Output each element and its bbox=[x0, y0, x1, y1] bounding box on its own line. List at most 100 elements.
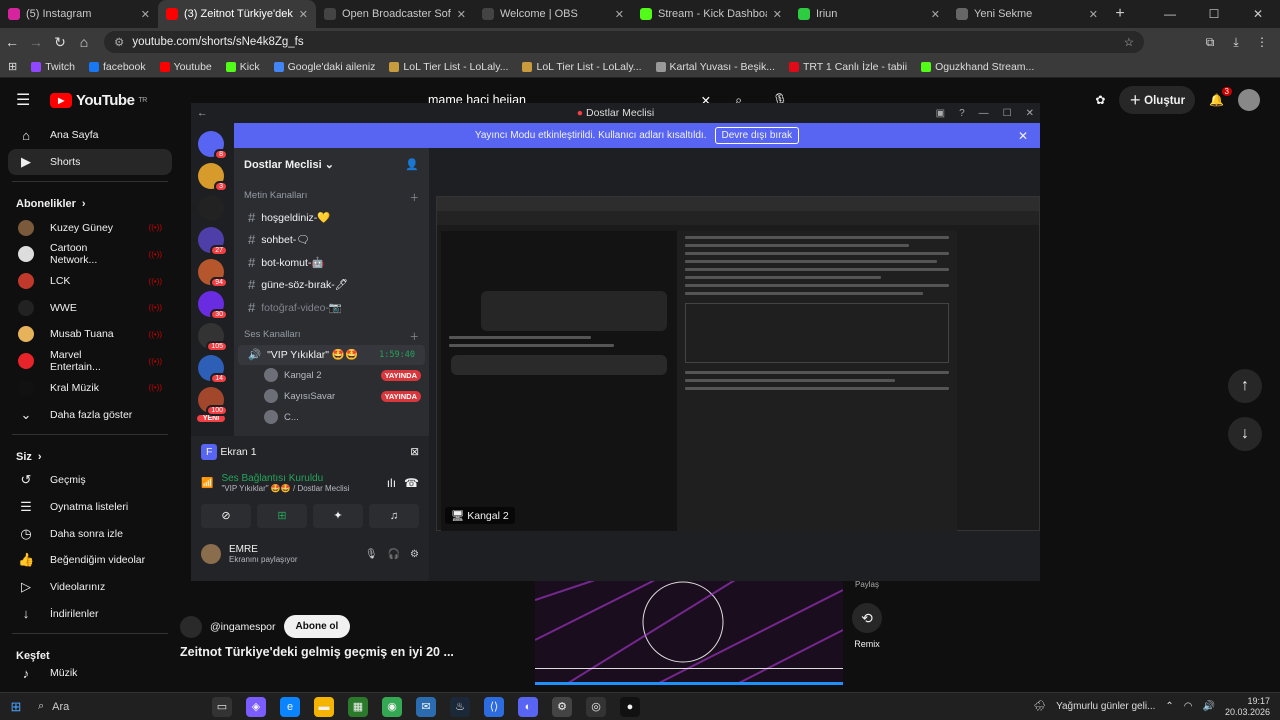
activities-icon[interactable]: ✦ bbox=[313, 504, 363, 528]
apps-icon[interactable]: ⊞ bbox=[8, 60, 17, 73]
new-tab-icon[interactable]: + bbox=[1106, 0, 1134, 28]
microphone-icon[interactable]: 🎙 bbox=[365, 549, 378, 560]
previous-short-button[interactable]: ↑ bbox=[1228, 369, 1262, 403]
text-channel[interactable]: # hoşgeldiniz-💛 bbox=[234, 206, 429, 229]
explorer-icon[interactable]: ▬ bbox=[314, 696, 334, 717]
browser-tab[interactable]: Open Broadcaster Software | O ✕ bbox=[316, 0, 474, 28]
sidebar-item[interactable]: ▶ Shorts bbox=[8, 148, 172, 176]
create-button[interactable]: ＋ Oluştur bbox=[1119, 86, 1196, 114]
help-icon[interactable]: ? bbox=[959, 108, 965, 119]
voice-user[interactable]: C... bbox=[234, 407, 429, 428]
sidebar-item[interactable]: ↺ Geçmiş bbox=[8, 467, 172, 494]
server-icon[interactable]: 94 bbox=[198, 259, 228, 288]
tab-close-icon[interactable]: ✕ bbox=[773, 8, 782, 21]
remix-action[interactable]: Paylaş ⟲ Remix bbox=[852, 580, 882, 649]
server-icon[interactable]: 30 bbox=[198, 291, 228, 320]
bookmark-item[interactable]: Kick bbox=[225, 61, 260, 73]
browser-tab[interactable]: (3) Zeitnot Türkiye'deki gelmiş geç ✕ bbox=[158, 0, 316, 28]
site-info-icon[interactable]: ⚙ bbox=[114, 35, 124, 49]
bookmark-item[interactable]: Youtube bbox=[159, 61, 212, 73]
disconnect-icon[interactable]: ☎ bbox=[404, 476, 419, 490]
youtube-logo[interactable]: ▶ YouTube TR bbox=[50, 92, 147, 109]
settings-gear-icon[interactable]: ⚙ bbox=[410, 549, 419, 560]
back-arrow-icon[interactable]: ← bbox=[197, 107, 208, 119]
server-header[interactable]: Dostlar Meclisi ⌄ 👤 bbox=[234, 148, 429, 180]
weather-text[interactable]: Yağmurlu günler geli... bbox=[1056, 701, 1155, 712]
channel-name[interactable]: @ingamespor bbox=[210, 621, 276, 633]
headphones-icon[interactable]: 🎧 bbox=[388, 549, 400, 560]
voice-category[interactable]: Ses Kanalları ＋ bbox=[234, 319, 429, 345]
sidebar-item[interactable]: ☰ Oynatma listeleri bbox=[8, 494, 172, 521]
username[interactable]: EMRE bbox=[229, 544, 297, 555]
notifications-icon[interactable]: 🔔 3 bbox=[1209, 87, 1232, 107]
noise-icon[interactable]: ılı bbox=[387, 476, 396, 490]
tab-close-icon[interactable]: ✕ bbox=[141, 8, 150, 21]
text-category[interactable]: Metin Kanalları ＋ bbox=[234, 180, 429, 206]
sidebar-item[interactable]: ▷ Videolarınız bbox=[8, 574, 172, 601]
subscription-item[interactable]: LCK ((•)) bbox=[8, 268, 172, 295]
soundboard-icon[interactable]: ♫ bbox=[369, 504, 419, 528]
subscribe-button[interactable]: Abone ol bbox=[283, 615, 351, 638]
you-heading[interactable]: Siz › bbox=[0, 441, 180, 467]
voice-channel[interactable]: 🔊 "VIP Yıkıklar" 🤩🤩 1:59:40 bbox=[238, 344, 425, 365]
tab-close-icon[interactable]: ✕ bbox=[299, 8, 308, 21]
camera-off-icon[interactable]: ⊘ bbox=[201, 504, 251, 528]
subscriptions-heading[interactable]: Abonelikler › bbox=[0, 188, 180, 214]
minimize-icon[interactable]: — bbox=[1148, 0, 1192, 28]
server-icon[interactable]: 14 bbox=[198, 355, 228, 384]
hamburger-menu-icon[interactable]: ☰ bbox=[16, 90, 36, 110]
show-more-button[interactable]: ⌄ Daha fazla göster bbox=[8, 401, 172, 428]
user-avatar[interactable] bbox=[201, 544, 221, 564]
bookmark-star-icon[interactable]: ☆ bbox=[1124, 35, 1134, 49]
vscode-icon[interactable]: ⟨⟩ bbox=[484, 696, 504, 717]
back-icon[interactable]: ← bbox=[0, 34, 24, 50]
home-icon[interactable]: ⌂ bbox=[72, 34, 96, 50]
start-icon[interactable]: ⊞ bbox=[0, 699, 32, 715]
bookmark-item[interactable]: TRT 1 Canlı İzle - tabii bbox=[788, 61, 907, 73]
connection-status[interactable]: Ses Bağlantısı Kuruldu bbox=[221, 473, 378, 484]
banner-close-icon[interactable]: ✕ bbox=[1018, 129, 1028, 143]
voice-user[interactable]: KayısıSavar YAYINDA bbox=[234, 386, 429, 407]
taskview-icon[interactable]: ▭ bbox=[212, 696, 232, 717]
video-title[interactable]: Zeitnot Türkiye'deki gelmiş geçmiş en iy… bbox=[180, 645, 454, 659]
voice-user[interactable]: Kangal 2 YAYINDA bbox=[234, 365, 429, 386]
forward-icon[interactable]: → bbox=[24, 34, 48, 50]
bookmark-item[interactable]: LoL Tier List - LoLaly... bbox=[522, 61, 642, 73]
bookmark-item[interactable]: Oguzkhand Stream... bbox=[921, 61, 1034, 73]
close-icon[interactable]: ✕ bbox=[1236, 0, 1280, 28]
browser-tab[interactable]: Stream - Kick Dashboard ✕ bbox=[632, 0, 790, 28]
settings-icon[interactable]: ⚙ bbox=[552, 696, 572, 717]
server-icon[interactable]: 100 bbox=[198, 387, 228, 416]
text-channel[interactable]: # güne-söz-bırak-🖊 bbox=[234, 274, 429, 297]
remix-icon[interactable]: ⟲ bbox=[852, 603, 882, 633]
obs-icon[interactable]: ◎ bbox=[586, 696, 606, 717]
taskbar-search[interactable]: ⌕ Ara bbox=[32, 700, 182, 713]
text-channel[interactable]: # fotoğraf-video-📷 bbox=[234, 296, 429, 319]
bookmark-item[interactable]: Kartal Yuvası - Beşik... bbox=[655, 61, 775, 73]
bookmark-item[interactable]: Twitch bbox=[31, 61, 75, 73]
iriun-icon[interactable]: ● bbox=[620, 696, 640, 717]
tab-close-icon[interactable]: ✕ bbox=[457, 8, 466, 21]
tab-close-icon[interactable]: ✕ bbox=[615, 8, 624, 21]
mail-icon[interactable]: ✉ bbox=[416, 696, 436, 717]
subscription-item[interactable]: Kuzey Güney ((•)) bbox=[8, 214, 172, 241]
copilot-icon[interactable]: ◈ bbox=[246, 696, 266, 717]
clock[interactable]: 19:17 20.03.2026 bbox=[1225, 696, 1270, 718]
disable-streamer-mode-button[interactable]: Devre dışı bırak bbox=[714, 127, 800, 144]
tab-close-icon[interactable]: ✕ bbox=[931, 8, 940, 21]
extension-icon[interactable]: ✿ bbox=[1095, 93, 1105, 107]
reload-icon[interactable]: ↻ bbox=[48, 34, 72, 51]
browser-tab[interactable]: (5) Instagram ✕ bbox=[0, 0, 158, 28]
tray-chevron-icon[interactable]: ⌃ bbox=[1165, 701, 1173, 712]
stop-share-icon[interactable]: ⊠ bbox=[410, 446, 419, 458]
inbox-icon[interactable]: ▣ bbox=[936, 108, 945, 119]
url-input[interactable]: ⚙ youtube.com/shorts/sNe4k8Zg_fs ☆ bbox=[104, 31, 1144, 53]
stream-view[interactable]: 🖥 Kangal 2 bbox=[436, 196, 1040, 531]
edge-icon[interactable]: e bbox=[280, 696, 300, 717]
wifi-icon[interactable]: ◠ bbox=[1184, 701, 1193, 712]
sidebar-item[interactable]: ⌂ Ana Sayfa bbox=[8, 122, 172, 149]
server-icon[interactable]: 8 bbox=[198, 131, 228, 160]
server-icon[interactable]: 105 bbox=[198, 323, 228, 352]
menu-icon[interactable]: ⋮ bbox=[1252, 35, 1272, 50]
bookmark-item[interactable]: LoL Tier List - LoLaly... bbox=[389, 61, 508, 73]
